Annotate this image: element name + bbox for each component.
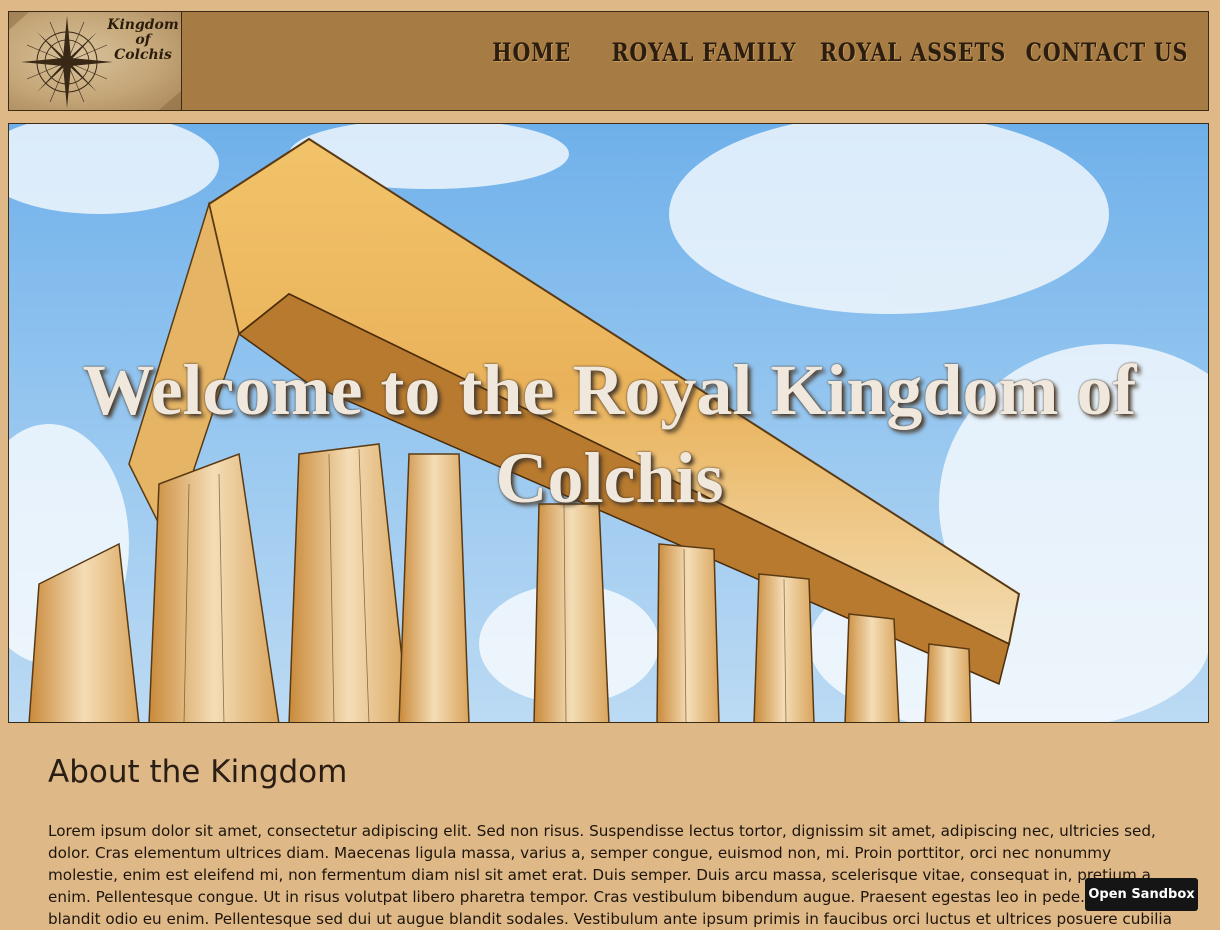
logo-line-1: Kingdom [107, 17, 179, 33]
about-heading: About the Kingdom [48, 754, 348, 790]
page: Kingdom of Colchis Home Royal Family Roy… [0, 0, 1220, 930]
hero-banner: Welcome to the Royal Kingdom of Colchis [8, 123, 1209, 723]
nav-royal-family[interactable]: Royal Family [612, 38, 797, 67]
nav-contact-us[interactable]: Contact Us [1025, 38, 1188, 67]
site-logo[interactable]: Kingdom of Colchis [9, 12, 182, 110]
open-sandbox-button[interactable]: Open Sandbox [1085, 878, 1198, 911]
nav-royal-assets[interactable]: Royal Assets [819, 38, 1005, 67]
hero-title: Welcome to the Royal Kingdom of Colchis [82, 350, 1137, 518]
logo-line-3: Colchis [114, 47, 172, 63]
site-header: Kingdom of Colchis Home Royal Family Roy… [8, 11, 1209, 111]
logo-line-2: of [135, 32, 151, 48]
about-paragraph: Lorem ipsum dolor sit amet, consectetur … [48, 822, 1172, 928]
main-nav: Home Royal Family Royal Assets Contact U… [475, 38, 1188, 67]
nav-home[interactable]: Home [492, 38, 571, 67]
logo-text: Kingdom of Colchis [105, 18, 181, 63]
